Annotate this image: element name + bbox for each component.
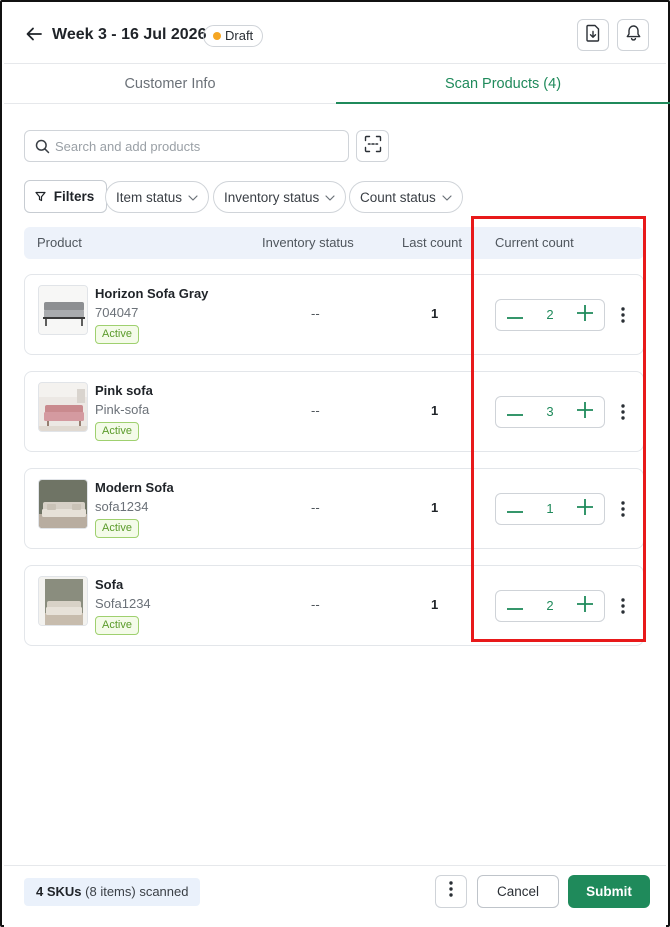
product-thumbnail [38,479,88,529]
decrement-button[interactable] [498,300,532,330]
minus-icon [507,403,523,421]
product-name: Modern Sofa [95,480,174,495]
last-count-value: 1 [431,597,439,612]
last-count-value: 1 [431,306,439,321]
current-count-value[interactable]: 2 [532,300,568,330]
scan-summary: 4 SKUs (8 items) scanned [24,878,201,906]
more-options-icon[interactable] [615,304,631,326]
decrement-button[interactable] [498,591,532,621]
minus-icon [507,500,523,518]
notifications-button[interactable] [617,19,649,51]
more-options-icon[interactable] [615,595,631,617]
quantity-stepper: 3 [495,396,605,428]
current-count-value[interactable]: 3 [532,397,568,427]
search-input[interactable] [55,131,345,161]
item-status-label: Item status [116,190,183,205]
submit-button[interactable]: Submit [568,875,650,908]
table-row: Horizon Sofa Gray 704047 Active -- 1 2 [24,274,644,355]
inventory-status-label: Inventory status [224,190,320,205]
plus-icon [577,498,593,520]
bell-icon [625,24,642,47]
column-header-current-count: Current count [495,235,574,250]
table-header: Product Inventory status Last count Curr… [24,227,644,259]
filters-label: Filters [53,189,95,204]
product-name: Sofa [95,577,124,592]
product-name: Pink sofa [95,383,153,398]
inventory-status-value: -- [311,597,320,612]
more-options-icon[interactable] [615,401,631,423]
last-count-value: 1 [431,500,439,515]
column-header-last-count: Last count [402,235,462,250]
item-status-badge: Active [95,325,139,344]
quantity-stepper: 2 [495,590,605,622]
more-options-icon[interactable] [615,498,631,520]
table-row: Modern Sofa sofa1234 Active -- 1 1 [24,468,644,549]
count-status-dropdown[interactable]: Count status [349,181,463,213]
chevron-down-icon [188,182,198,212]
column-header-inventory-status: Inventory status [262,235,354,250]
back-arrow-icon[interactable] [24,24,44,44]
increment-button[interactable] [568,300,602,330]
items-scanned-text: (8 items) scanned [85,884,189,899]
plus-icon [577,401,593,423]
status-dot [213,32,221,40]
status-badge-label: Draft [225,28,254,43]
current-count-value[interactable]: 1 [532,494,568,524]
current-count-value[interactable]: 2 [532,591,568,621]
inventory-status-value: -- [311,500,320,515]
page-header: Week 3 - 16 Jul 2026 Draft [4,4,666,64]
sku-count: 4 SKUs [36,884,82,899]
quantity-stepper: 2 [495,299,605,331]
item-status-badge: Active [95,519,139,538]
status-badge: Draft [203,25,264,47]
item-status-badge: Active [95,616,139,635]
scan-icon [364,135,382,158]
download-file-icon [585,24,601,47]
last-count-value: 1 [431,403,439,418]
product-sku: sofa1234 [95,499,149,514]
chevron-down-icon [442,182,452,212]
download-button[interactable] [577,19,609,51]
plus-icon [577,595,593,617]
cancel-button[interactable]: Cancel [477,875,559,908]
decrement-button[interactable] [498,397,532,427]
increment-button[interactable] [568,591,602,621]
tab-customer-info[interactable]: Customer Info [4,64,336,104]
item-status-badge: Active [95,422,139,441]
product-name: Horizon Sofa Gray [95,286,209,301]
chevron-down-icon [325,182,335,212]
product-sku: Pink-sofa [95,402,150,417]
page-title: Week 3 - 16 Jul 2026 [52,26,207,43]
plus-icon [577,304,593,326]
product-thumbnail [38,382,88,432]
search-box [24,130,349,162]
column-header-product: Product [37,235,82,250]
inventory-status-value: -- [311,403,320,418]
item-status-dropdown[interactable]: Item status [105,181,210,213]
increment-button[interactable] [568,397,602,427]
footer-more-button[interactable] [435,875,467,908]
tab-bar: Customer Info Scan Products (4) [4,63,670,104]
filter-funnel-icon [35,189,54,204]
product-thumbnail [38,576,88,626]
inventory-status-value: -- [311,306,320,321]
count-status-label: Count status [360,190,436,205]
scan-barcode-button[interactable] [356,130,389,162]
minus-icon [507,597,523,615]
product-sku: Sofa1234 [95,596,151,611]
filters-button[interactable]: Filters [24,180,108,213]
product-sku: 704047 [95,305,139,320]
table-row: Sofa Sofa1234 Active -- 1 2 [24,565,644,646]
app-frame: Week 3 - 16 Jul 2026 Draft Customer Info… [0,0,670,927]
inventory-status-dropdown[interactable]: Inventory status [213,181,347,213]
decrement-button[interactable] [498,494,532,524]
quantity-stepper: 1 [495,493,605,525]
increment-button[interactable] [568,494,602,524]
product-thumbnail [38,285,88,335]
more-options-icon [449,881,453,902]
minus-icon [507,306,523,324]
table-row: Pink sofa Pink-sofa Active -- 1 3 [24,371,644,452]
footer-bar: 4 SKUs (8 items) scanned Cancel Submit [4,865,666,927]
tab-scan-products[interactable]: Scan Products (4) [336,64,670,104]
